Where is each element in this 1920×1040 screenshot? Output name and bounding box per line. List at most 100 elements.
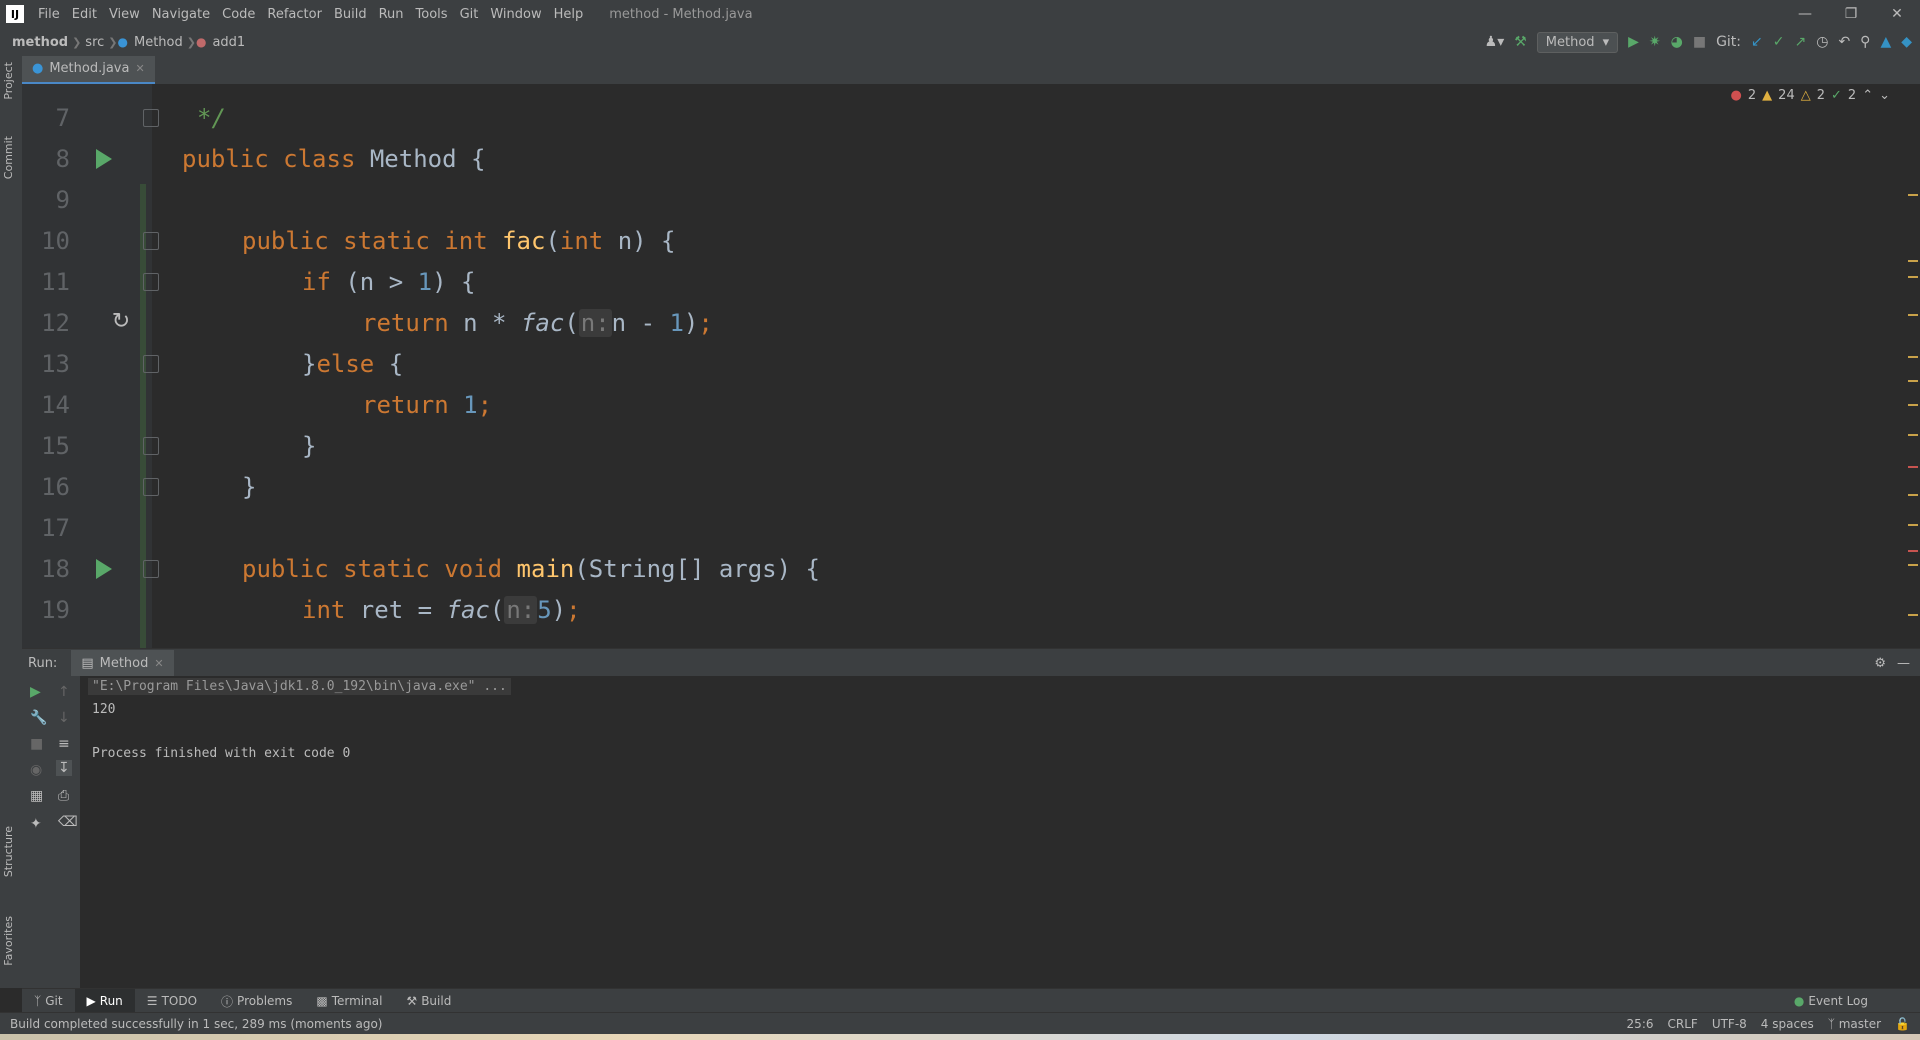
menu-refactor[interactable]: Refactor (261, 7, 328, 22)
run-gutter-icon[interactable] (96, 149, 112, 169)
error-stripe[interactable] (1906, 84, 1920, 648)
stop-icon[interactable]: ■ (1693, 34, 1706, 50)
warning-mark (1908, 404, 1918, 406)
stop-icon[interactable]: ■ (30, 736, 43, 752)
camera-icon[interactable]: ◉ (30, 762, 42, 778)
fold-marker-icon[interactable] (143, 273, 159, 291)
file-encoding[interactable]: UTF-8 (1712, 1017, 1747, 1031)
menu-code[interactable]: Code (216, 7, 261, 22)
warning-mark (1908, 524, 1918, 526)
warning-mark (1908, 356, 1918, 358)
tool-window-build[interactable]: ⚒ Build (394, 989, 463, 1013)
plugin-icon[interactable]: ◆ (1901, 34, 1912, 50)
line-separator[interactable]: CRLF (1668, 1017, 1698, 1031)
soft-wrap-icon[interactable]: ≡ (58, 736, 70, 752)
breadcrumb-class[interactable]: Method (130, 35, 187, 50)
list-icon: ☰ (146, 994, 158, 1008)
project-panel-button[interactable]: Project (2, 62, 15, 100)
git-commit-icon[interactable]: ✓ (1773, 34, 1785, 50)
run-icon[interactable]: ▶ (1628, 34, 1639, 50)
caret-position[interactable]: 25:6 (1627, 1017, 1654, 1031)
git-push-icon[interactable]: ↗ (1794, 34, 1806, 50)
menu-build[interactable]: Build (328, 7, 373, 22)
tab-method-java[interactable]: ● Method.java ✕ (22, 55, 155, 85)
rerun-icon[interactable]: ▶ (30, 684, 41, 700)
event-log-button[interactable]: ● Event Log (1782, 989, 1880, 1013)
tool-window-git[interactable]: ᛉ Git (22, 989, 75, 1013)
wrench-icon[interactable]: 🔧 (30, 710, 47, 726)
close-tab-icon[interactable]: ✕ (135, 62, 144, 75)
tool-window-label: Terminal (331, 994, 383, 1008)
error-mark (1908, 550, 1918, 552)
tool-window-todo[interactable]: ☰ TODO (135, 989, 209, 1013)
gear-icon[interactable]: ⚙ (1874, 656, 1886, 671)
breadcrumb-src[interactable]: src (81, 35, 108, 50)
menu-git[interactable]: Git (454, 7, 485, 22)
indent-setting[interactable]: 4 spaces (1761, 1017, 1814, 1031)
trash-icon[interactable]: ⌫ (58, 814, 78, 830)
scroll-to-end-icon[interactable]: ↧ (56, 760, 72, 776)
menu-window[interactable]: Window (484, 7, 547, 22)
user-icon[interactable]: ♟▾ (1485, 34, 1505, 50)
fold-marker-icon[interactable] (143, 478, 159, 496)
status-message[interactable]: Build completed successfully in 1 sec, 2… (10, 1017, 382, 1031)
history-icon[interactable]: ◷ (1816, 34, 1828, 50)
tool-window-terminal[interactable]: ▩ Terminal (304, 989, 394, 1013)
rollback-icon[interactable]: ↶ (1838, 34, 1850, 50)
fold-marker-icon[interactable] (143, 355, 159, 373)
run-config-selector[interactable]: Method ▾ (1536, 31, 1619, 53)
tool-window-problems[interactable]: ⓘ Problems (209, 989, 304, 1013)
print-icon[interactable]: ⎙ (58, 788, 69, 804)
menu-navigate[interactable]: Navigate (146, 7, 216, 22)
close-tab-icon[interactable]: ✕ (154, 657, 163, 670)
breadcrumb-project[interactable]: method (8, 35, 72, 50)
code-text: } (302, 432, 317, 460)
build-hammer-icon[interactable]: ⚒ (1514, 34, 1527, 50)
pin-icon[interactable]: ✦ (30, 816, 42, 832)
fold-marker-icon[interactable] (143, 437, 159, 455)
update-icon[interactable]: ▲ (1880, 34, 1891, 50)
menu-run[interactable]: Run (373, 7, 410, 22)
run-gutter-icon[interactable] (96, 559, 112, 579)
menu-edit[interactable]: Edit (66, 7, 103, 22)
layout-icon[interactable]: ▦ (30, 788, 43, 804)
run-console[interactable]: "E:\Program Files\Java\jdk1.8.0_192\bin\… (80, 676, 1920, 988)
menu-file[interactable]: File (32, 7, 66, 22)
run-tab-method[interactable]: ▤ Method ✕ (71, 650, 174, 676)
code-line: 12 ↻ return n * fac(n:n - 1); (22, 303, 1892, 344)
fold-marker-icon[interactable] (143, 109, 159, 127)
code-line: 9 (22, 180, 1892, 221)
menu-view[interactable]: View (103, 7, 146, 22)
restore-icon[interactable]: ❐ (1828, 0, 1874, 28)
debug-icon[interactable]: ✷ (1649, 34, 1661, 50)
fold-marker-icon[interactable] (143, 560, 159, 578)
search-icon[interactable]: ⚲ (1860, 34, 1870, 50)
chevron-down-icon: ▾ (1602, 34, 1610, 50)
tool-window-run[interactable]: ▶ Run (74, 989, 135, 1013)
coverage-icon[interactable]: ◕ (1671, 34, 1683, 50)
hide-panel-icon[interactable]: — (1897, 656, 1910, 671)
commit-panel-button[interactable]: Commit (2, 136, 15, 179)
breadcrumb-method[interactable]: add1 (208, 35, 249, 50)
minimize-icon[interactable]: — (1782, 0, 1828, 28)
window-title: method - Method.java (609, 6, 753, 22)
git-branch-icon: ᛉ (34, 994, 42, 1008)
warning-mark (1908, 614, 1918, 616)
editor-tabs: ● Method.java ✕ (22, 55, 1920, 85)
lock-icon[interactable]: 🔓 (1895, 1017, 1910, 1031)
favorites-panel-button[interactable]: Favorites (2, 916, 15, 966)
git-branch[interactable]: ᛉ master (1828, 1017, 1881, 1031)
menu-tools[interactable]: Tools (410, 7, 454, 22)
code-text: if (n > 1) { (302, 268, 476, 296)
line-number: 17 (41, 514, 70, 542)
structure-panel-button[interactable]: Structure (2, 826, 15, 877)
close-icon[interactable]: ✕ (1874, 0, 1920, 28)
window-controls: — ❐ ✕ (1782, 0, 1920, 28)
git-update-icon[interactable]: ↙ (1751, 34, 1763, 50)
code-editor[interactable]: ● 2 ▲ 24 △ 2 ✓ 2 ⌃ ⌄ 7 */ 8 public class… (22, 84, 1920, 648)
code-line: 8 public class Method { (22, 139, 1892, 180)
fold-marker-icon[interactable] (143, 232, 159, 250)
arrow-down-icon[interactable]: ↓ (58, 710, 70, 726)
menu-help[interactable]: Help (548, 7, 590, 22)
arrow-up-icon[interactable]: ↑ (58, 684, 70, 700)
